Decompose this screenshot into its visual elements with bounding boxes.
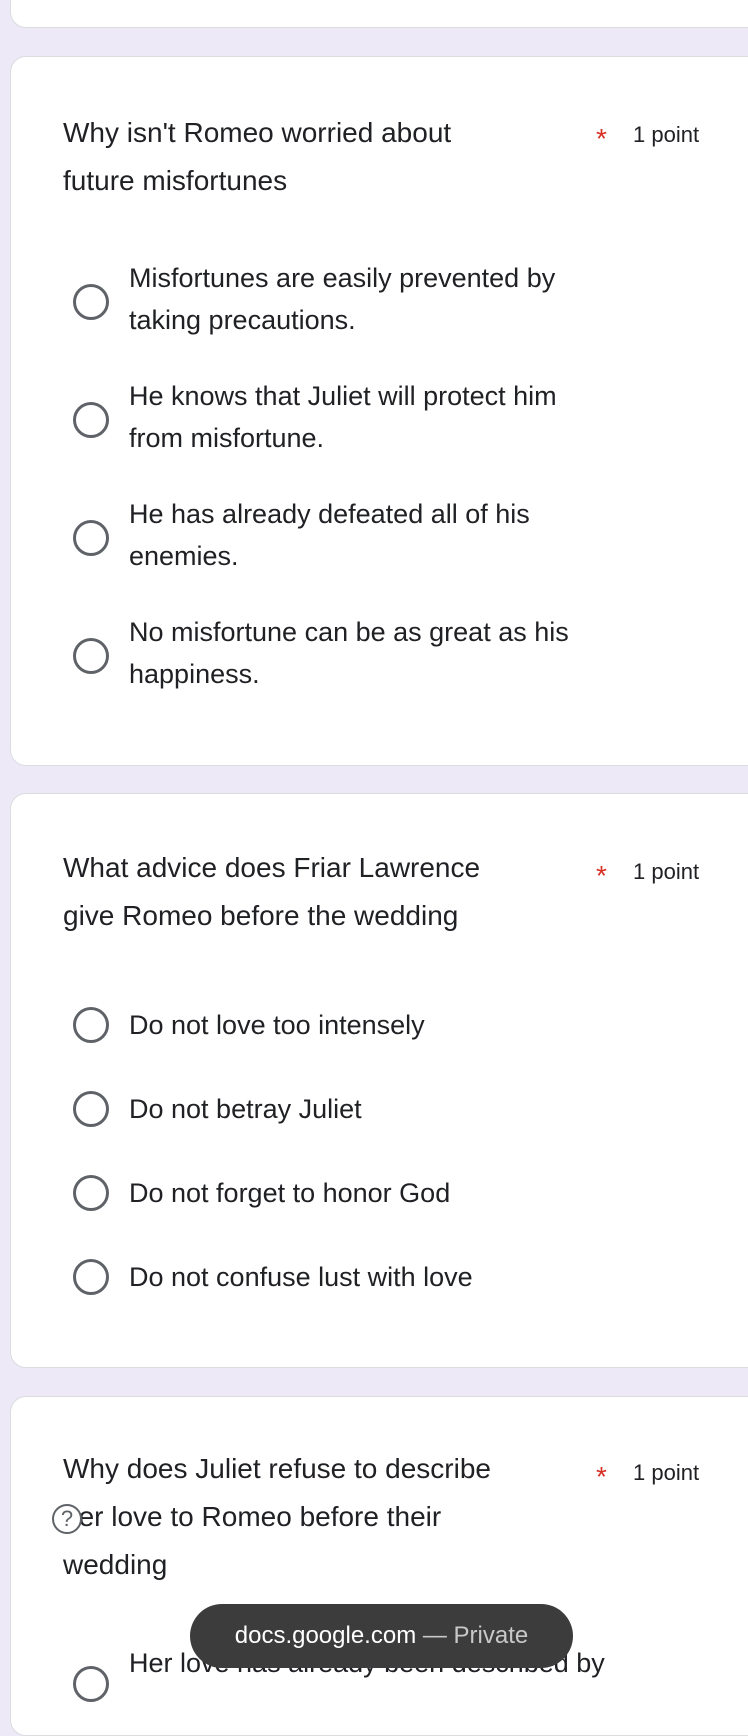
- option-label-line: happiness.: [129, 659, 260, 689]
- option-label-line: Misfortunes are easily prevented by: [129, 263, 556, 293]
- radio-button[interactable]: [73, 1091, 109, 1127]
- question-card-2: What advice does Friar Lawrence give Rom…: [10, 793, 748, 1368]
- url-domain: docs.google.com: [234, 1622, 417, 1649]
- option-label-line: from misfortune.: [129, 423, 325, 453]
- radio-button[interactable]: [73, 1175, 109, 1211]
- points-label: 1 point: [633, 1460, 700, 1485]
- question-title-line: her love to Romeo before their: [63, 1501, 442, 1532]
- option-label: No misfortune can be as great as his hap…: [129, 611, 569, 695]
- required-asterisk: *: [596, 123, 607, 154]
- question-title: Why does Juliet refuse to describe her l…: [63, 1445, 583, 1589]
- option-label-line: No misfortune can be as great as his: [129, 617, 569, 647]
- option-label: Do not confuse lust with love: [129, 1256, 473, 1298]
- option-label: Do not forget to honor God: [129, 1172, 450, 1214]
- option-q2-c[interactable]: Do not forget to honor God: [63, 1172, 703, 1214]
- points-label: 1 point: [633, 859, 700, 884]
- option-label: He has already defeated all of his enemi…: [129, 493, 530, 577]
- radio-button[interactable]: [73, 402, 109, 438]
- question-title-line: future misfortunes: [63, 165, 288, 196]
- points-label: 1 point: [633, 122, 700, 147]
- option-q2-b[interactable]: Do not betray Juliet: [63, 1088, 703, 1130]
- option-label-line: Do not love too intensely: [129, 1010, 425, 1040]
- option-label: He knows that Juliet will protect him fr…: [129, 375, 557, 459]
- question-title-line: Why isn't Romeo worried about: [63, 117, 452, 148]
- question-title-line: give Romeo before the wedding: [63, 900, 459, 931]
- question-card-1: Why isn't Romeo worried about future mis…: [10, 56, 748, 766]
- option-q1-c[interactable]: He has already defeated all of his enemi…: [63, 493, 703, 583]
- question-card-3: Why does Juliet refuse to describe her l…: [10, 1396, 748, 1736]
- radio-button[interactable]: [73, 284, 109, 320]
- radio-button[interactable]: [73, 1007, 109, 1043]
- private-label: Private: [453, 1622, 529, 1649]
- option-label-line: Do not confuse lust with love: [129, 1262, 473, 1292]
- radio-button[interactable]: [73, 520, 109, 556]
- url-bar-pill[interactable]: docs.google.com — Private: [190, 1604, 573, 1668]
- question-title: What advice does Friar Lawrence give Rom…: [63, 844, 583, 940]
- question-title-line: What advice does Friar Lawrence: [63, 852, 481, 883]
- option-label-line: Do not forget to honor God: [129, 1178, 451, 1208]
- option-label: Do not betray Juliet: [129, 1088, 362, 1130]
- question-title: Why isn't Romeo worried about future mis…: [63, 109, 583, 205]
- option-label-line: taking precautions.: [129, 305, 356, 335]
- radio-button[interactable]: [73, 1259, 109, 1295]
- option-q1-b[interactable]: He knows that Juliet will protect him fr…: [63, 375, 703, 465]
- previous-question-card: [10, 0, 748, 28]
- option-label-line: Do not betray Juliet: [129, 1094, 362, 1124]
- option-q2-a[interactable]: Do not love too intensely: [63, 1004, 703, 1046]
- option-q1-a[interactable]: Misfortunes are easily prevented by taki…: [63, 257, 703, 347]
- option-label-line: He has already defeated all of his: [129, 499, 530, 529]
- option-q2-d[interactable]: Do not confuse lust with love: [63, 1256, 703, 1298]
- option-q1-d[interactable]: No misfortune can be as great as his hap…: [63, 611, 703, 701]
- question-title-line: Why does Juliet refuse to describe: [63, 1453, 491, 1484]
- radio-button[interactable]: [73, 638, 109, 674]
- option-label: Misfortunes are easily prevented by taki…: [129, 257, 555, 341]
- option-label-line: He knows that Juliet will protect him: [129, 381, 557, 411]
- help-circle-icon[interactable]: ?: [52, 1504, 82, 1534]
- radio-button[interactable]: [73, 1666, 109, 1702]
- url-separator: —: [422, 1622, 447, 1649]
- option-label: Do not love too intensely: [129, 1004, 425, 1046]
- required-asterisk: *: [596, 860, 607, 891]
- question-title-line: wedding: [63, 1549, 168, 1580]
- option-label-line: enemies.: [129, 541, 239, 571]
- required-asterisk: *: [596, 1461, 607, 1492]
